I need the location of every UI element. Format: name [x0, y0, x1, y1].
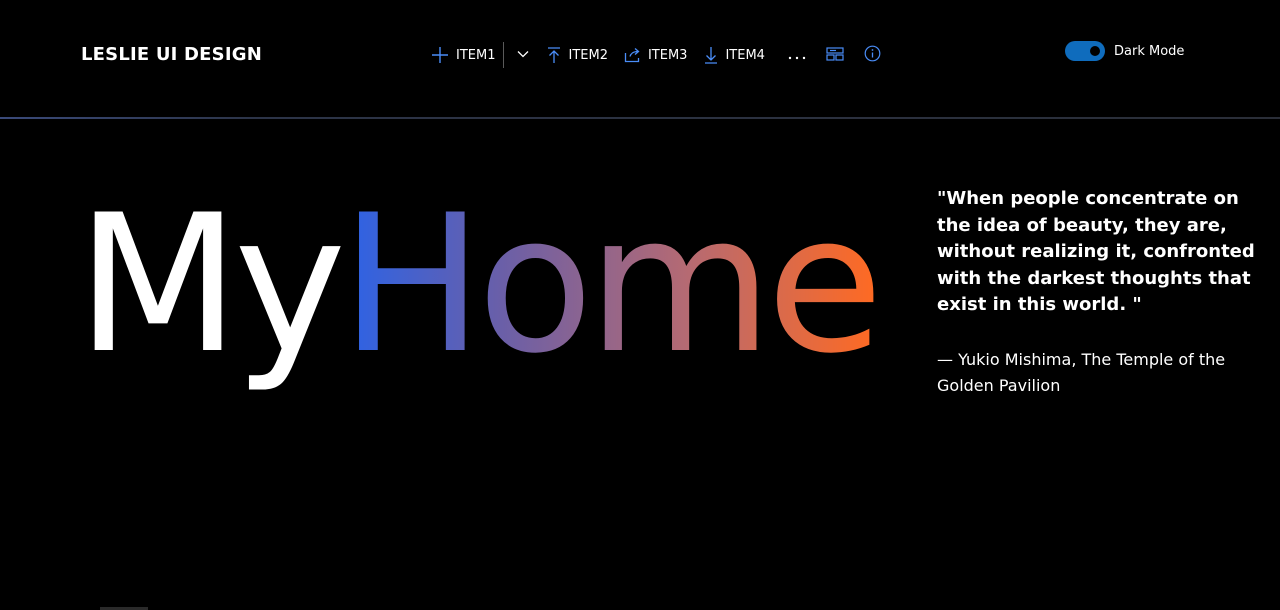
item3-button[interactable]: ITEM3 [624, 40, 695, 70]
arrow-up-to-line-icon [546, 46, 562, 64]
header-divider [0, 117, 1280, 119]
toggle-knob [1090, 46, 1100, 56]
item2-button[interactable]: ITEM2 [546, 40, 615, 70]
arrow-down-icon [703, 46, 719, 64]
dark-mode-switch: Dark Mode [1065, 41, 1184, 61]
dark-mode-label: Dark Mode [1114, 43, 1185, 59]
dark-mode-toggle[interactable] [1065, 41, 1105, 61]
quote-text: "When people concentrate on the idea of … [937, 188, 1255, 315]
info-icon [864, 45, 881, 66]
layout-button[interactable] [823, 40, 847, 70]
chevron-down-icon [516, 46, 530, 65]
plus-icon [430, 45, 450, 65]
quote-attribution: — Yukio Mishima, The Temple of the Golde… [937, 350, 1226, 395]
info-button[interactable] [863, 40, 883, 70]
hero-word-home: Home [340, 174, 883, 395]
hero-word-my: My [76, 174, 346, 395]
more-button[interactable] [783, 40, 811, 70]
share-icon [624, 47, 642, 63]
layout-icon [826, 46, 844, 65]
item1-dropdown-button[interactable] [510, 40, 536, 70]
more-horizontal-icon [788, 46, 806, 65]
item1-label: ITEM1 [456, 47, 496, 63]
item1-button[interactable]: ITEM1 [430, 40, 503, 70]
split-divider [503, 42, 505, 68]
hero-title: MyHome [76, 190, 883, 380]
command-bar: ITEM1 ITEM2 ITEM3 ITEM4 [430, 40, 883, 70]
item3-label: ITEM3 [647, 47, 688, 63]
brand-title[interactable]: LESLIE UI DESIGN [81, 44, 262, 65]
header: LESLIE UI DESIGN ITEM1 ITEM2 ITEM3 ITEM4… [0, 0, 1280, 118]
item4-button[interactable]: ITEM4 [703, 40, 772, 70]
item2-label: ITEM2 [568, 47, 608, 63]
item4-label: ITEM4 [725, 47, 765, 63]
